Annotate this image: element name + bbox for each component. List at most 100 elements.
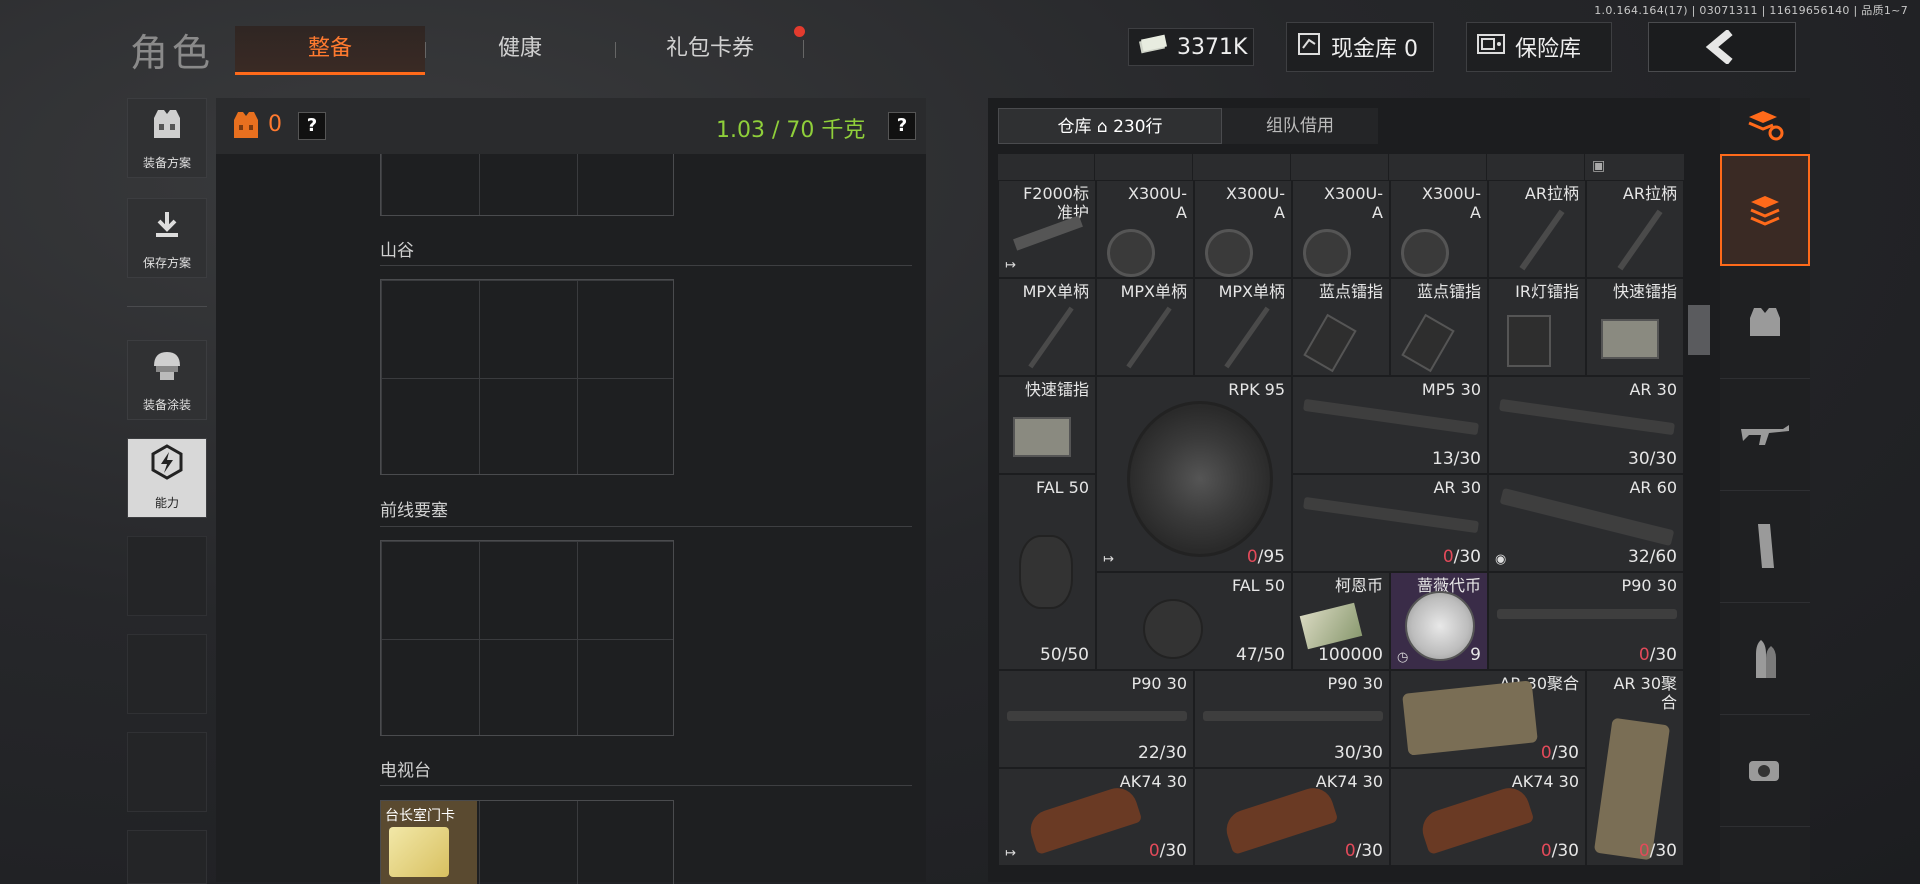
item-cell[interactable]: 快速镭指	[1586, 278, 1684, 376]
rose-coin-icon	[1405, 591, 1475, 661]
save-plan-button[interactable]: 保存方案	[127, 198, 207, 278]
warehouse-icon	[1750, 196, 1780, 226]
item-count: 0/30	[1638, 841, 1677, 861]
charging-handle-icon	[1617, 209, 1663, 271]
item-cell[interactable]: AK74 30 0/30	[1390, 768, 1586, 866]
item-name: AK74 30	[1315, 772, 1383, 791]
safe-icon	[1477, 33, 1505, 61]
item-cell[interactable]: AK74 30 0/30 ↦	[998, 768, 1194, 866]
item-count: 0/30	[1442, 547, 1481, 567]
item-cell[interactable]: X300U- A	[1390, 180, 1488, 278]
empty-slot-button[interactable]	[127, 536, 207, 616]
category-attachment-button[interactable]	[1720, 714, 1810, 827]
item-cell[interactable]: AR 30聚 合 0/30	[1586, 670, 1684, 866]
charging-handle-icon	[1519, 209, 1565, 271]
item-count: 22/30	[1138, 743, 1187, 763]
ak-magazine-icon	[1221, 782, 1339, 856]
container-grid[interactable]	[380, 279, 674, 475]
item-cell[interactable]: RPK 95 0/95 ↦	[1096, 376, 1292, 572]
empty-slot-button[interactable]	[127, 732, 207, 812]
weight-help-button[interactable]: ?	[888, 112, 916, 140]
safe-button[interactable]: 保险库	[1466, 22, 1612, 72]
equipment-skin-button[interactable]: 装备涂装	[127, 340, 207, 420]
tab-health[interactable]: 健康	[425, 26, 615, 72]
keycard-icon	[389, 827, 449, 877]
cash-vault-button[interactable]: 现金库 0	[1286, 22, 1434, 72]
item-cell[interactable]: 蓝点镭指	[1390, 278, 1488, 376]
container-grid[interactable]	[380, 540, 674, 736]
item-cell[interactable]: AR 60 32/60 ◉	[1488, 474, 1684, 572]
armor-vest-icon	[1750, 308, 1780, 336]
partial-row: ▣	[998, 154, 1684, 181]
tab-gift-cards[interactable]: 礼包卡券	[615, 26, 805, 72]
polymer-magazine-icon	[1593, 717, 1671, 861]
item-name: AR 30	[1629, 380, 1677, 399]
armor-count: 0	[268, 112, 282, 137]
cell-divider	[1584, 154, 1585, 180]
category-magazine-button[interactable]	[1720, 490, 1810, 603]
cash-vault-label: 现金库 0	[1331, 37, 1418, 62]
item-cell[interactable]: X300U- A	[1292, 180, 1390, 278]
bullet-icon	[1756, 640, 1776, 678]
home-icon: ⌂	[1096, 117, 1108, 137]
item-name: RPK 95	[1228, 380, 1285, 399]
container-grid[interactable]	[380, 154, 674, 216]
item-cell[interactable]: X300U- A	[1096, 180, 1194, 278]
empty-slot-button[interactable]	[127, 634, 207, 714]
item-cell[interactable]: IR灯镭指	[1488, 278, 1586, 376]
item-count: 13/30	[1432, 449, 1481, 469]
tab-equip[interactable]: 整备	[235, 26, 425, 75]
item-cell[interactable]: MPX单柄	[1096, 278, 1194, 376]
vault-icon	[1297, 32, 1321, 62]
cell-divider	[1388, 154, 1389, 180]
item-cell[interactable]: MP5 30 13/30	[1292, 376, 1488, 474]
loadout-plan-label: 装备方案	[142, 156, 191, 170]
scrollbar-thumb[interactable]	[1688, 305, 1710, 355]
tab-warehouse[interactable]: 仓库 ⌂ 230行	[998, 108, 1222, 144]
category-weapon-button[interactable]	[1720, 378, 1810, 491]
ability-button[interactable]: 能力	[127, 438, 207, 518]
item-cell[interactable]: 蓝点镭指	[1292, 278, 1390, 376]
item-cell[interactable]: AR拉柄	[1586, 180, 1684, 278]
item-cell[interactable]: FAL 50 47/50	[1096, 572, 1292, 670]
tab-team-borrow[interactable]: 组队借用	[1222, 108, 1378, 144]
item-cell[interactable]: X300U- A	[1194, 180, 1292, 278]
item-cell[interactable]: P90 30 0/30	[1488, 572, 1684, 670]
back-button[interactable]	[1648, 22, 1796, 72]
loadout-plan-button[interactable]: 装备方案	[127, 98, 207, 178]
sort-refresh-button[interactable]	[1720, 98, 1810, 155]
empty-slot-button[interactable]	[127, 830, 207, 884]
item-cell[interactable]: AR拉柄	[1488, 180, 1586, 278]
magazine-icon	[1303, 496, 1479, 534]
magazine-icon	[1007, 711, 1187, 721]
item-cell[interactable]: AR 30 30/30	[1488, 376, 1684, 474]
category-all-button[interactable]	[1720, 154, 1810, 266]
move-icon: ↦	[1005, 846, 1016, 861]
item-name: AR拉柄	[1622, 184, 1677, 203]
item-cell[interactable]: FAL 50 50/50	[998, 474, 1096, 670]
keycard-item[interactable]: 台长室门卡	[381, 801, 477, 884]
item-cell[interactable]: 快速镭指	[998, 376, 1096, 474]
item-cell[interactable]: MPX单柄	[1194, 278, 1292, 376]
item-cell[interactable]: 蔷薇代币 9 ◷	[1390, 572, 1488, 670]
quick-laser-icon	[1013, 417, 1071, 457]
item-cell[interactable]: AR 30聚合 0/30	[1390, 670, 1586, 768]
item-cell[interactable]: F2000标 准护 ↦	[998, 180, 1096, 278]
item-cell[interactable]: AR 30 0/30	[1292, 474, 1488, 572]
cash-icon	[1139, 34, 1167, 60]
warehouse-tabs: 仓库 ⌂ 230行 组队借用	[998, 108, 1378, 144]
item-cell[interactable]: 柯恩币 100000	[1292, 572, 1390, 670]
item-cell[interactable]: P90 30 30/30	[1194, 670, 1390, 768]
item-cell[interactable]: P90 30 22/30	[998, 670, 1194, 768]
item-count: 0/30	[1344, 841, 1383, 861]
item-cell[interactable]: AK74 30 0/30	[1194, 768, 1390, 866]
notification-dot	[794, 26, 805, 37]
item-name: MPX单柄	[1218, 282, 1285, 301]
category-ammo-button[interactable]	[1720, 602, 1810, 715]
help-button[interactable]: ?	[298, 112, 326, 140]
item-cell[interactable]: MPX单柄	[998, 278, 1096, 376]
category-armor-button[interactable]	[1720, 266, 1810, 379]
item-name: 快速镭指	[1024, 380, 1089, 399]
item-count: 30/30	[1628, 449, 1677, 469]
item-name: P90 30	[1327, 674, 1383, 693]
